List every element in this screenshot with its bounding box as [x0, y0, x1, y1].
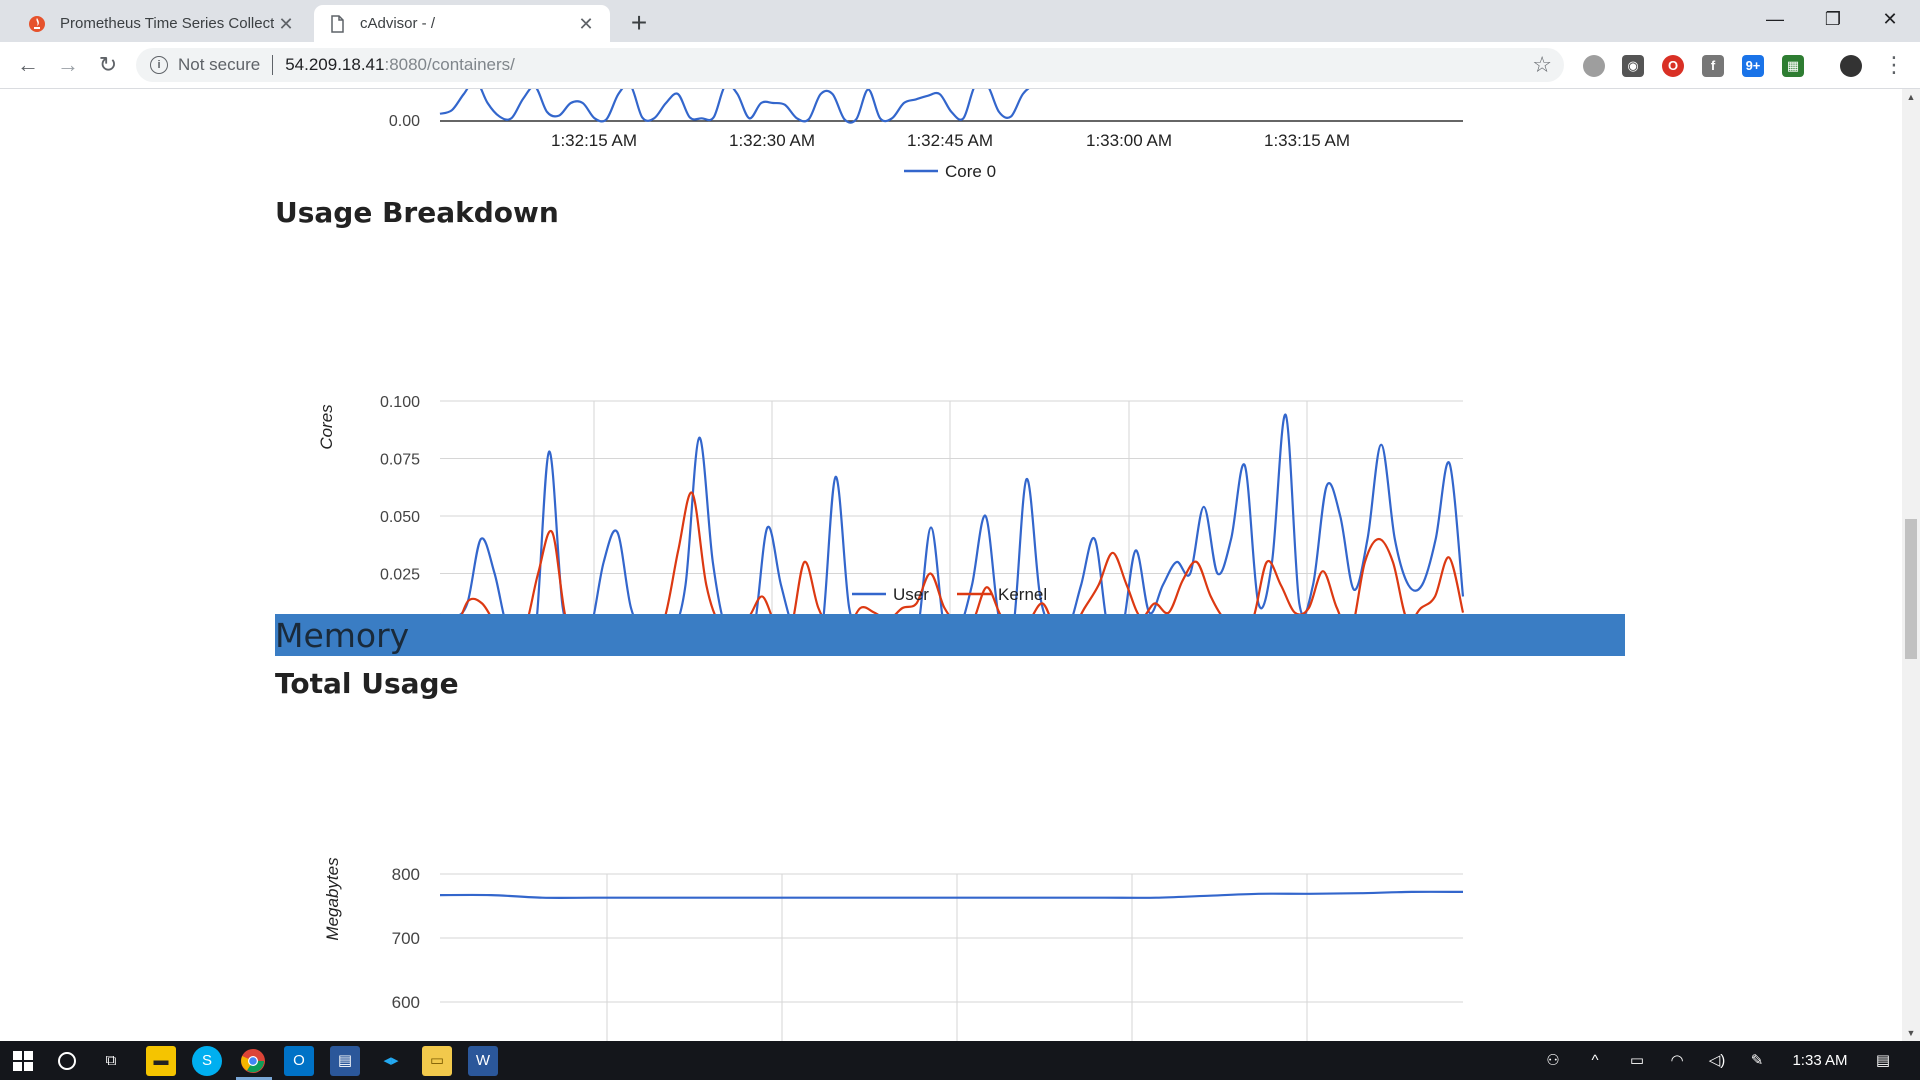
usage-breakdown-chart: 0.0000.0250.0500.0750.100 1:32:15 AM1:32…	[317, 394, 1465, 649]
address-bar[interactable]: i Not secure 54.209.18.41:8080/container…	[136, 48, 1564, 82]
grid	[440, 873, 1463, 1041]
tab-cadvisor[interactable]: cAdvisor - / ✕	[314, 5, 610, 42]
y-tick-labels: 500600700800	[392, 865, 420, 1012]
x-tick-label: 1:32:45 AM	[907, 131, 993, 150]
total-usage-title: Total Usage	[275, 667, 459, 700]
url-host[interactable]: 54.209.18.41	[285, 55, 384, 75]
task-view-icon[interactable]: ⧉	[96, 1046, 126, 1076]
y-tick-label: 600	[392, 993, 420, 1012]
scrollbar-thumb[interactable]	[1905, 519, 1917, 659]
y-tick-label: 0.050	[380, 509, 420, 526]
pen-icon[interactable]: ✎	[1742, 1041, 1772, 1080]
tab-strip: Prometheus Time Series Collectic ✕ cAdvi…	[0, 0, 1920, 42]
page-content: 0.00 1:32:15 AM 1:32:30 AM 1:32:45 AM 1:…	[0, 89, 1902, 1041]
y-tick-label: 0.025	[380, 567, 420, 584]
series-line-user	[439, 413, 1465, 646]
y-tick-labels: 0.0000.0250.0500.0750.100	[380, 394, 420, 641]
show-hidden-icons-icon[interactable]: ^	[1580, 1041, 1610, 1080]
security-label[interactable]: Not secure	[178, 55, 260, 75]
series-line-core0	[439, 89, 1030, 124]
volume-icon[interactable]: ◁)	[1702, 1041, 1732, 1080]
sticky-notes-icon[interactable]: ▬	[146, 1046, 176, 1076]
close-window-button[interactable]: ✕	[1860, 0, 1920, 38]
tab-title: cAdvisor - /	[360, 15, 436, 32]
browser-toolbar: ← → ↻ i Not secure 54.209.18.41:8080/con…	[0, 42, 1920, 89]
extension-globe-icon[interactable]: ◉	[1622, 55, 1644, 77]
series-lines	[439, 890, 1464, 899]
minimize-button[interactable]: —	[1745, 0, 1805, 38]
memory-section-header: Memory	[275, 614, 1625, 656]
memory-total-usage-chart: 500600700800 1:32:15 AM1:32:30 AM1:32:45…	[323, 857, 1464, 1041]
profile-avatar[interactable]	[1840, 55, 1862, 77]
url-path[interactable]: :8080/containers/	[384, 55, 514, 75]
legend-label-kernel: Kernel	[998, 585, 1047, 604]
facebook-icon[interactable]: f	[1702, 55, 1724, 77]
legend-label-core0: Core 0	[945, 162, 996, 181]
action-center-icon[interactable]: ▤	[1868, 1041, 1898, 1080]
forward-icon[interactable]: →	[54, 51, 82, 79]
series-lines	[439, 89, 1030, 124]
close-tab-icon[interactable]: ✕	[574, 12, 598, 36]
y-tick-label: 700	[392, 929, 420, 948]
back-icon[interactable]: ←	[14, 51, 42, 79]
prometheus-icon	[28, 15, 46, 33]
series-lines	[439, 413, 1465, 646]
divider	[272, 55, 274, 75]
menu-icon[interactable]: ⋮	[1880, 51, 1908, 79]
outlook-icon[interactable]: O	[284, 1046, 314, 1076]
scroll-down-arrow-icon[interactable]: ▼	[1902, 1025, 1920, 1041]
memory-section-title: Memory	[275, 616, 410, 655]
y-tick-label: 0.100	[380, 394, 420, 411]
people-icon[interactable]: ⚇	[1538, 1041, 1568, 1080]
x-tick-labels: 1:32:15 AM 1:32:30 AM 1:32:45 AM 1:33:00…	[551, 131, 1350, 150]
extension-circle-icon[interactable]	[1583, 55, 1605, 77]
x-tick-label: 1:33:15 AM	[1264, 131, 1350, 150]
reload-icon[interactable]: ↻	[94, 51, 122, 79]
bookmark-star-icon[interactable]: ☆	[1532, 52, 1552, 78]
battery-icon[interactable]: ▭	[1622, 1041, 1652, 1080]
y-tick-label: 0.075	[380, 452, 420, 469]
series-line-0	[439, 890, 1464, 899]
skype-icon[interactable]: S	[192, 1046, 222, 1076]
info-icon[interactable]: i	[150, 56, 168, 74]
new-tab-button[interactable]: +	[624, 8, 654, 38]
page-icon	[328, 14, 346, 33]
x-tick-label: 1:33:00 AM	[1086, 131, 1172, 150]
legend-label-user: User	[893, 585, 929, 604]
scroll-up-arrow-icon[interactable]: ▲	[1902, 89, 1920, 105]
y-axis-label: Cores	[317, 404, 336, 450]
clock[interactable]: 1:33 AM	[1780, 1041, 1860, 1080]
vscode-icon[interactable]: ◂▸	[376, 1046, 406, 1076]
x-tick-label: 1:32:30 AM	[729, 131, 815, 150]
file-icon[interactable]: ▤	[330, 1046, 360, 1076]
sheets-icon[interactable]: ▦	[1782, 55, 1804, 77]
windows-taskbar: ⧉ ▬ S O ▤ ◂▸ ▭ W ⚇ ^ ▭ ◠ ◁) ✎ 1:33 AM ▤	[0, 1041, 1920, 1080]
chrome-icon[interactable]	[238, 1046, 268, 1076]
tab-title: Prometheus Time Series Collectic	[60, 15, 274, 32]
x-tick-label: 1:32:15 AM	[551, 131, 637, 150]
usage-breakdown-title: Usage Breakdown	[275, 196, 559, 229]
network-icon[interactable]: ◠	[1662, 1041, 1692, 1080]
tab-prometheus[interactable]: Prometheus Time Series Collectic ✕	[14, 5, 310, 42]
opera-icon[interactable]: O	[1662, 55, 1684, 77]
word-icon[interactable]: W	[468, 1046, 498, 1076]
y-axis-label: Megabytes	[323, 857, 342, 941]
core-usage-chart: 0.00 1:32:15 AM 1:32:30 AM 1:32:45 AM 1:…	[389, 89, 1463, 181]
close-tab-icon[interactable]: ✕	[274, 12, 298, 36]
vertical-scrollbar[interactable]: ▲ ▼	[1902, 89, 1920, 1041]
cortana-icon[interactable]	[52, 1046, 82, 1076]
extension-notification-icon[interactable]: 9+	[1742, 55, 1764, 77]
windows-start-icon[interactable]	[8, 1046, 38, 1076]
y-tick-label: 800	[392, 865, 420, 884]
restore-button[interactable]: ❐	[1803, 0, 1863, 38]
y-tick-label: 0.00	[389, 113, 420, 130]
file-explorer-icon[interactable]: ▭	[422, 1046, 452, 1076]
